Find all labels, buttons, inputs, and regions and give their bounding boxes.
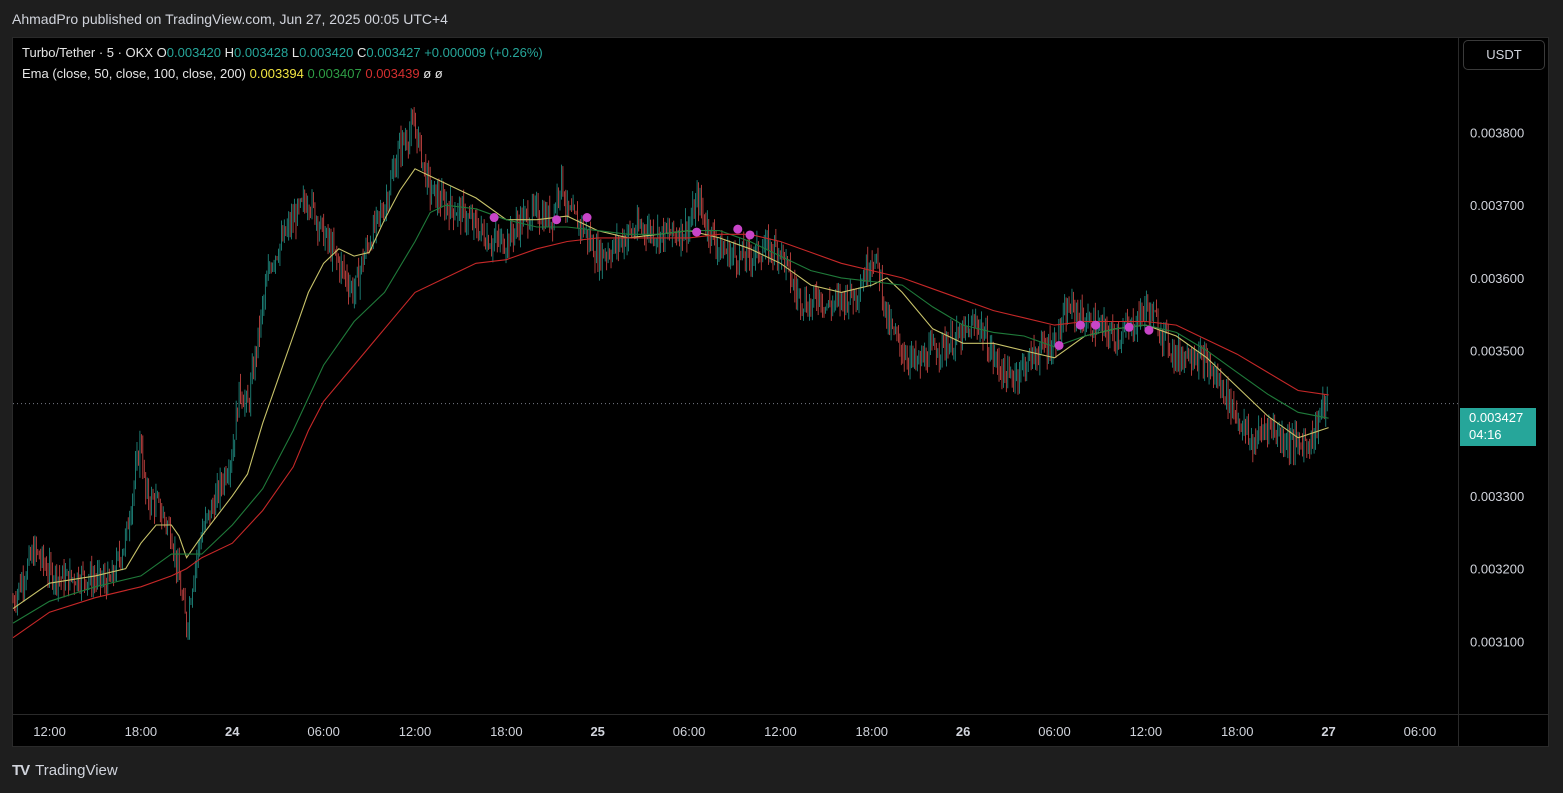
x-tick-label: 18:00 <box>125 724 158 739</box>
y-tick-label: 0.003600 <box>1470 271 1524 286</box>
x-tick-label: 18:00 <box>856 724 889 739</box>
ema-line-200 <box>12 233 1329 639</box>
ema-cross-marker <box>745 230 755 240</box>
ema-cross-marker <box>1144 325 1154 335</box>
ema-cross-marker <box>552 215 562 225</box>
x-tick-label: 24 <box>225 724 240 739</box>
y-tick-label: 0.003700 <box>1470 198 1524 213</box>
ema-cross-marker <box>1124 322 1134 332</box>
y-tick-label: 0.003300 <box>1470 489 1524 504</box>
high-value: 0.003428 <box>234 45 289 60</box>
price-chart[interactable]: 0.003800 0.003700 0.003600 0.003500 0.003300… <box>0 0 1563 793</box>
ema-label[interactable]: Ema (close, 50, close, 100, close, 200) <box>22 66 246 81</box>
ema-cross-marker <box>1054 340 1064 350</box>
bar-countdown: 04:16 <box>1469 427 1502 442</box>
current-price-tag: 0.003427 04:16 <box>1460 408 1536 446</box>
footer-brand[interactable]: TV TradingView <box>12 762 118 779</box>
x-tick-label: 06:00 <box>1404 724 1437 739</box>
close-label: C <box>356 45 367 60</box>
x-tick-label: 06:00 <box>673 724 706 739</box>
change-value: +0.000009 (+0.26%) <box>424 45 543 60</box>
ema-cross-marker <box>733 224 743 234</box>
x-tick-label: 06:00 <box>307 724 340 739</box>
y-tick-label: 0.003100 <box>1470 634 1524 649</box>
y-tick-label: 0.003800 <box>1470 125 1524 140</box>
open-label: O <box>156 45 167 60</box>
symbol-title[interactable]: Turbo/Tether · 5 · OKX <box>22 45 153 60</box>
brand-name: TradingView <box>35 762 118 779</box>
x-tick-label: 12:00 <box>764 724 797 739</box>
ema-cross-marker <box>1091 320 1101 330</box>
close-value: 0.003427 <box>366 45 421 60</box>
low-value: 0.003420 <box>299 45 354 60</box>
x-tick-label: 12:00 <box>399 724 432 739</box>
currency-button[interactable]: USDT <box>1463 40 1545 70</box>
ema-cross-marker <box>582 213 592 223</box>
x-tick-label: 12:00 <box>1130 724 1163 739</box>
ema-cross-marker <box>1075 320 1085 330</box>
x-tick-label: 06:00 <box>1038 724 1071 739</box>
current-price-label: 0.003427 <box>1469 410 1524 425</box>
x-tick-label: 12:00 <box>33 724 66 739</box>
y-tick-label: 0.003500 <box>1470 344 1524 359</box>
x-tick-label: 18:00 <box>1221 724 1254 739</box>
high-label: H <box>224 45 235 60</box>
symbol-legend: Turbo/Tether · 5 · OKX O0.003420 H0.0034… <box>22 45 543 60</box>
x-tick-label: 26 <box>956 724 970 739</box>
extra-value-1: ø <box>423 66 432 81</box>
x-tick-label: 18:00 <box>490 724 523 739</box>
open-value: 0.003420 <box>166 45 221 60</box>
x-tick-label: 25 <box>590 724 604 739</box>
ema-legend[interactable]: Ema (close, 50, close, 100, close, 200) … <box>22 66 443 81</box>
ema200-value: 0.003439 <box>365 66 420 81</box>
x-tick-label: 27 <box>1321 724 1335 739</box>
ema-line-100 <box>12 204 1329 624</box>
ema100-value: 0.003407 <box>307 66 362 81</box>
ema-cross-marker <box>692 227 702 237</box>
ema50-value: 0.003394 <box>249 66 304 81</box>
ema-cross-marker <box>489 213 499 223</box>
y-tick-label: 0.003200 <box>1470 562 1524 577</box>
tradingview-logo-icon: TV <box>12 762 30 779</box>
extra-value-2: ø <box>434 66 443 81</box>
